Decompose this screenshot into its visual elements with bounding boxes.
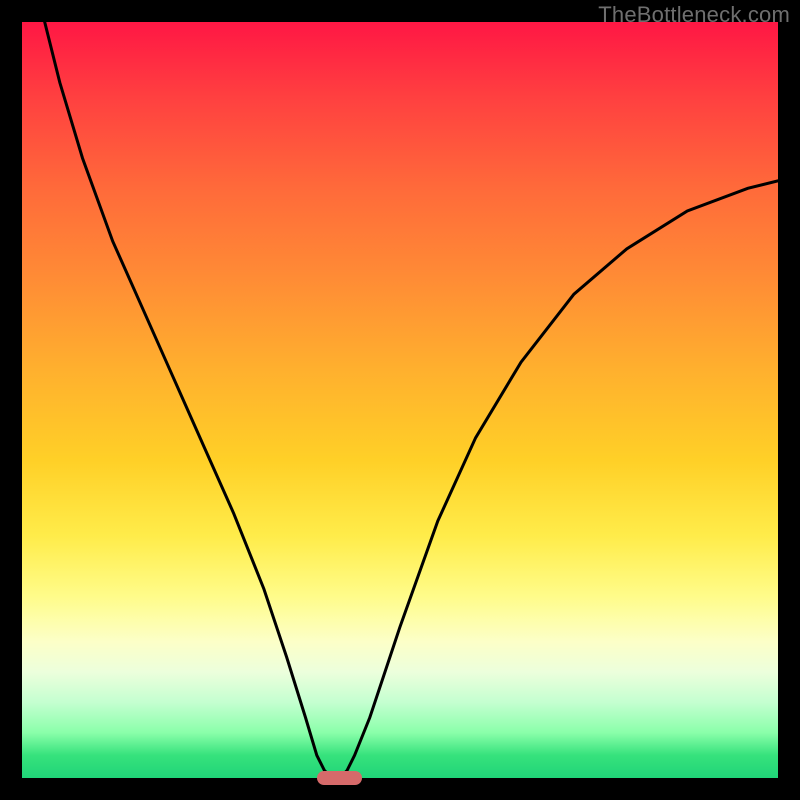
chart-plot-area [22, 22, 778, 778]
minimum-marker [317, 771, 362, 785]
watermark-label: TheBottleneck.com [598, 2, 790, 28]
chart-svg [22, 22, 778, 778]
bottleneck-curve-path [45, 22, 778, 778]
